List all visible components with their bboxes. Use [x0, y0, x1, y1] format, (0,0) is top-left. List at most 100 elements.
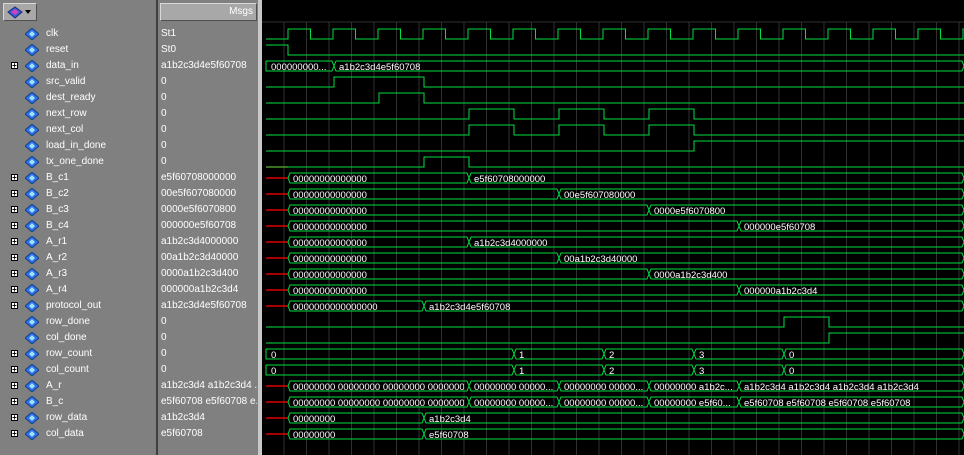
signal-row-B_c1[interactable]: + B_c1	[0, 170, 156, 186]
expand-icon[interactable]: +	[11, 286, 18, 294]
expand-icon[interactable]: +	[11, 238, 18, 246]
signal-row-row_done[interactable]: row_done	[0, 314, 156, 330]
signal-name: next_col	[46, 124, 84, 135]
signal-row-next_row[interactable]: next_row	[0, 106, 156, 122]
signal-icon	[25, 300, 39, 312]
col_data-bus-segment	[423, 428, 964, 440]
signal-icon	[25, 268, 39, 280]
col_count-bus-label: 0	[789, 366, 794, 377]
B_c-bus-label: 00000000 00000...	[474, 398, 553, 409]
signal-row-A_r1[interactable]: + A_r1	[0, 234, 156, 250]
row_done-wave	[266, 316, 964, 328]
expand-icon[interactable]: +	[11, 222, 18, 230]
expand-icon[interactable]: +	[11, 190, 18, 198]
signal-value-tx_one_done: 0	[161, 154, 257, 170]
signal-row-col_done[interactable]: col_done	[0, 330, 156, 346]
signal-icon	[25, 220, 39, 232]
signal-value-row_done: 0	[161, 314, 257, 330]
load_in_done-wave	[266, 140, 964, 152]
signal-row-row_data[interactable]: + row_data	[0, 410, 156, 426]
signal-row-protocol_out[interactable]: + protocol_out	[0, 298, 156, 314]
signal-row-B_c4[interactable]: + B_c4	[0, 218, 156, 234]
expand-icon[interactable]: +	[11, 382, 18, 390]
signal-name: data_in	[46, 60, 79, 71]
signal-row-A_r3[interactable]: + A_r3	[0, 266, 156, 282]
B_c-bus-label: e5f60708 e5f60708 e5f60708 e5f60708	[744, 398, 910, 409]
wave-toolbar-button[interactable]	[3, 3, 37, 21]
B_c4-bus-label: 00000000000000	[293, 222, 367, 233]
row_data-bus-segment	[423, 412, 964, 424]
signal-icon	[25, 44, 39, 56]
signal-icon	[25, 76, 39, 88]
protocol_out-bus-label: 0000000000000000	[293, 302, 378, 313]
dest_ready-wave	[266, 92, 964, 104]
expand-icon[interactable]: +	[11, 302, 18, 310]
signal-value-col_done: 0	[161, 330, 257, 346]
signal-name: B_c2	[46, 188, 69, 199]
signal-icon	[25, 364, 39, 376]
signal-value-col_data: e5f60708	[161, 426, 257, 442]
signal-icon	[25, 380, 39, 392]
A_r1-bus-label: a1b2c3d4000000	[474, 238, 547, 249]
signal-value-src_valid: 0	[161, 74, 257, 90]
row_count-bus-label: 2	[609, 350, 614, 361]
signal-name: tx_one_done	[46, 156, 104, 167]
signal-icon	[25, 140, 39, 152]
signal-row-A_r4[interactable]: + A_r4	[0, 282, 156, 298]
signal-value-protocol_out: a1b2c3d4e5f60708	[161, 298, 257, 314]
signal-value-text: 0	[161, 364, 167, 375]
expand-icon[interactable]: +	[11, 398, 18, 406]
signal-row-data_in[interactable]: + data_in	[0, 58, 156, 74]
expand-icon[interactable]: +	[11, 270, 18, 278]
expand-icon[interactable]: +	[11, 254, 18, 262]
A_r-bus-label: a1b2c3d4 a1b2c3d4 a1b2c3d4 a1b2c3d4	[744, 382, 919, 393]
expand-icon[interactable]: +	[11, 414, 18, 422]
A_r-bus-label: 00000000 00000000 00000000 00000000	[293, 382, 470, 393]
signal-value-text: St1	[161, 28, 177, 39]
signal-row-B_c2[interactable]: + B_c2	[0, 186, 156, 202]
signal-row-reset[interactable]: reset	[0, 42, 156, 58]
signal-name: dest_ready	[46, 92, 96, 103]
col_count-bus-segment	[513, 364, 605, 376]
signal-name: col_count	[46, 364, 89, 375]
signal-row-src_valid[interactable]: src_valid	[0, 74, 156, 90]
expand-icon[interactable]: +	[11, 350, 18, 358]
signal-row-dest_ready[interactable]: dest_ready	[0, 90, 156, 106]
expand-icon[interactable]: +	[11, 430, 18, 438]
signal-row-B_c[interactable]: + B_c	[0, 394, 156, 410]
signal-row-B_c3[interactable]: + B_c3	[0, 202, 156, 218]
row_data-bus-label: 00000000	[293, 414, 335, 425]
signal-value-B_c3: 0000e5f6070800	[161, 202, 257, 218]
signal-row-clk[interactable]: clk	[0, 26, 156, 42]
signal-row-col_data[interactable]: + col_data	[0, 426, 156, 442]
signal-row-load_in_done[interactable]: load_in_done	[0, 138, 156, 154]
expand-icon[interactable]: +	[11, 206, 18, 214]
expand-icon[interactable]: +	[11, 174, 18, 182]
expand-icon[interactable]: +	[11, 62, 18, 70]
tx_one_done-wave	[266, 156, 964, 168]
signal-row-tx_one_done[interactable]: tx_one_done	[0, 154, 156, 170]
signal-icon	[25, 204, 39, 216]
signal-row-A_r[interactable]: + A_r	[0, 378, 156, 394]
signal-name: col_data	[46, 428, 84, 439]
signal-name: A_r3	[46, 268, 68, 279]
signal-value-text: 0	[161, 124, 167, 135]
B_c-bus-label: 00000000 00000000 00000000 00000000	[293, 398, 470, 409]
reset-wave	[266, 44, 964, 56]
B_c-bus-label: 00000000 e5f60...	[654, 398, 731, 409]
waveform-canvas[interactable]: 000000000... a1b2c3d4e5f60708000000000000…	[262, 0, 964, 455]
signal-row-A_r2[interactable]: + A_r2	[0, 250, 156, 266]
signal-row-row_count[interactable]: + row_count	[0, 346, 156, 362]
col_count-bus-segment	[603, 364, 695, 376]
expand-icon[interactable]: +	[11, 366, 18, 374]
signal-name: load_in_done	[46, 140, 107, 151]
col_data-bus-label: e5f60708	[429, 430, 469, 441]
signal-row-col_count[interactable]: + col_count	[0, 362, 156, 378]
A_r-bus-label: 00000000 00000...	[564, 382, 643, 393]
signal-icon	[25, 28, 39, 40]
signal-value-text: 0	[161, 332, 167, 343]
signal-value-B_c1: e5f60708000000	[161, 170, 257, 186]
signal-name: B_c	[46, 396, 64, 407]
signal-row-next_col[interactable]: next_col	[0, 122, 156, 138]
signal-name: clk	[46, 28, 59, 39]
